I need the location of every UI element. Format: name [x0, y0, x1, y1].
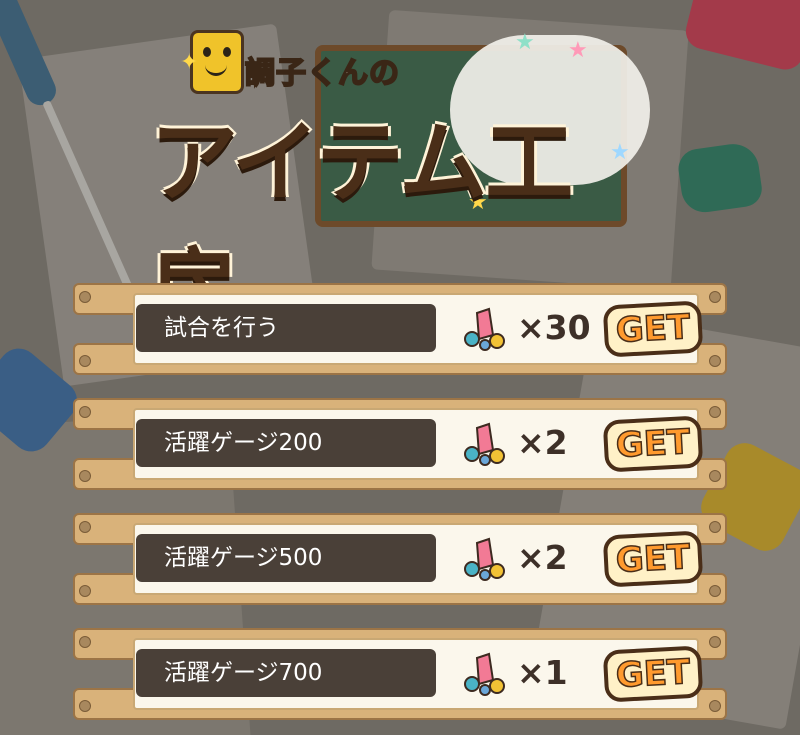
nail — [79, 291, 91, 303]
nail — [709, 406, 721, 418]
logo-subtitle: 調子くんの — [244, 55, 400, 92]
mission-row: 活躍ゲージ200 ×2 GET — [73, 398, 727, 490]
reward-multiplier: ×1 — [517, 653, 568, 692]
get-button[interactable]: GET — [602, 530, 704, 588]
gem-pile-icon — [464, 537, 505, 581]
nail — [709, 585, 721, 597]
nail — [79, 406, 91, 418]
nail — [709, 636, 721, 648]
nail — [709, 700, 721, 712]
get-button[interactable]: GET — [602, 300, 704, 358]
nail — [709, 521, 721, 533]
nail — [79, 470, 91, 482]
mission-label: 試合を行う — [136, 304, 436, 352]
nail — [709, 355, 721, 367]
mission-label: 活躍ゲージ700 — [136, 649, 436, 697]
star-icon: ★ — [568, 38, 588, 63]
get-button[interactable]: GET — [602, 645, 704, 703]
sparkle-icon: ✦ — [180, 50, 199, 75]
nail — [79, 636, 91, 648]
game-logo: ✦ ★ ★ ★ ★ 調子くんの アイテム工房 — [150, 30, 650, 341]
nail — [79, 585, 91, 597]
nail — [79, 700, 91, 712]
green-gem-decoration — [675, 140, 765, 216]
nail — [709, 291, 721, 303]
mission-label: 活躍ゲージ500 — [136, 534, 436, 582]
gem-pile-icon — [464, 422, 505, 466]
gem-pile-icon — [464, 652, 505, 696]
get-button[interactable]: GET — [602, 415, 704, 473]
star-icon: ★ — [515, 30, 535, 55]
nail — [709, 470, 721, 482]
reward-multiplier: ×2 — [517, 423, 568, 462]
reward-multiplier: ×30 — [517, 308, 591, 347]
nail — [79, 521, 91, 533]
mission-row: 試合を行う ×30 GET — [73, 283, 727, 375]
mission-row: 活躍ゲージ500 ×2 GET — [73, 513, 727, 605]
red-gem-decoration — [682, 0, 800, 74]
mission-label: 活躍ゲージ200 — [136, 419, 436, 467]
nail — [79, 355, 91, 367]
reward-multiplier: ×2 — [517, 538, 568, 577]
mission-row: 活躍ゲージ700 ×1 GET — [73, 628, 727, 720]
gem-pile-icon — [464, 307, 505, 351]
